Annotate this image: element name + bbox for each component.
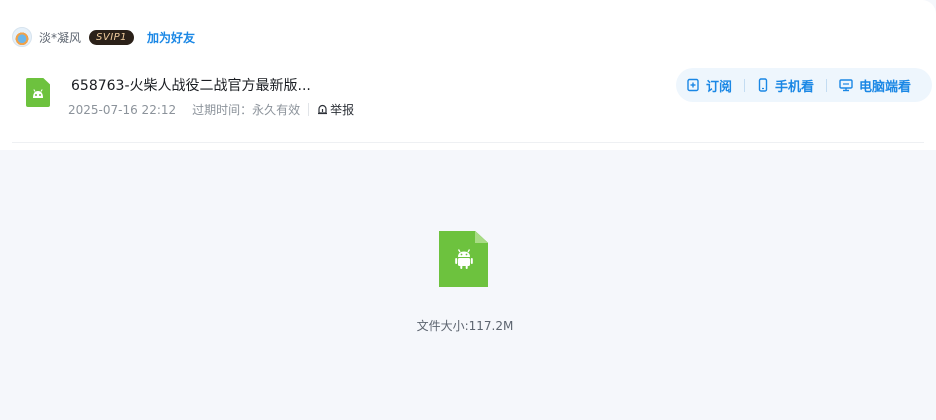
file-size-text: 文件大小:117.2M bbox=[416, 319, 514, 333]
desktop-view-button[interactable]: 电脑端看 bbox=[839, 76, 911, 95]
expiry-text: 过期时间：永久有效 bbox=[192, 103, 301, 117]
mobile-view-label: 手机看 bbox=[775, 79, 815, 95]
file-title: 658763-火柴人战役二战官方最新版... bbox=[71, 78, 311, 94]
meta-divider bbox=[308, 103, 310, 116]
report-label: 举报 bbox=[330, 103, 355, 117]
mobile-view-button[interactable]: 手机看 bbox=[757, 76, 814, 95]
share-header-card: 淡*凝风 SVIP1 加为好友 658763-火柴人战役二战官方最新版... 2… bbox=[0, 0, 936, 150]
subscribe-icon bbox=[687, 78, 699, 92]
add-friend-link[interactable]: 加为好友 bbox=[147, 29, 195, 46]
file-preview-area: 文件大小:117.2M bbox=[0, 154, 930, 420]
action-divider bbox=[744, 78, 746, 92]
android-apk-icon bbox=[26, 78, 50, 107]
desktop-icon bbox=[839, 79, 853, 92]
action-divider bbox=[826, 78, 828, 92]
subscribe-button[interactable]: 订阅 bbox=[686, 76, 732, 95]
username[interactable]: 淡*凝风 bbox=[39, 29, 81, 46]
phone-icon bbox=[758, 78, 768, 92]
android-apk-icon bbox=[439, 231, 488, 287]
desktop-view-label: 电脑端看 bbox=[859, 79, 912, 95]
avatar[interactable] bbox=[12, 27, 32, 47]
upload-date: 2025-07-16 22:12 bbox=[68, 102, 177, 117]
view-options-bar: 订阅 手机看 电脑端看 bbox=[676, 68, 932, 102]
alarm-icon bbox=[318, 104, 328, 115]
uploader-row: 淡*凝风 SVIP1 加为好友 bbox=[12, 26, 195, 48]
subscribe-label: 订阅 bbox=[706, 79, 733, 95]
file-meta: 2025-07-16 22:12 过期时间：永久有效 举报 bbox=[68, 101, 354, 118]
header-divider bbox=[12, 142, 924, 143]
svip-badge: SVIP1 bbox=[89, 29, 135, 45]
report-button[interactable]: 举报 bbox=[317, 101, 354, 118]
